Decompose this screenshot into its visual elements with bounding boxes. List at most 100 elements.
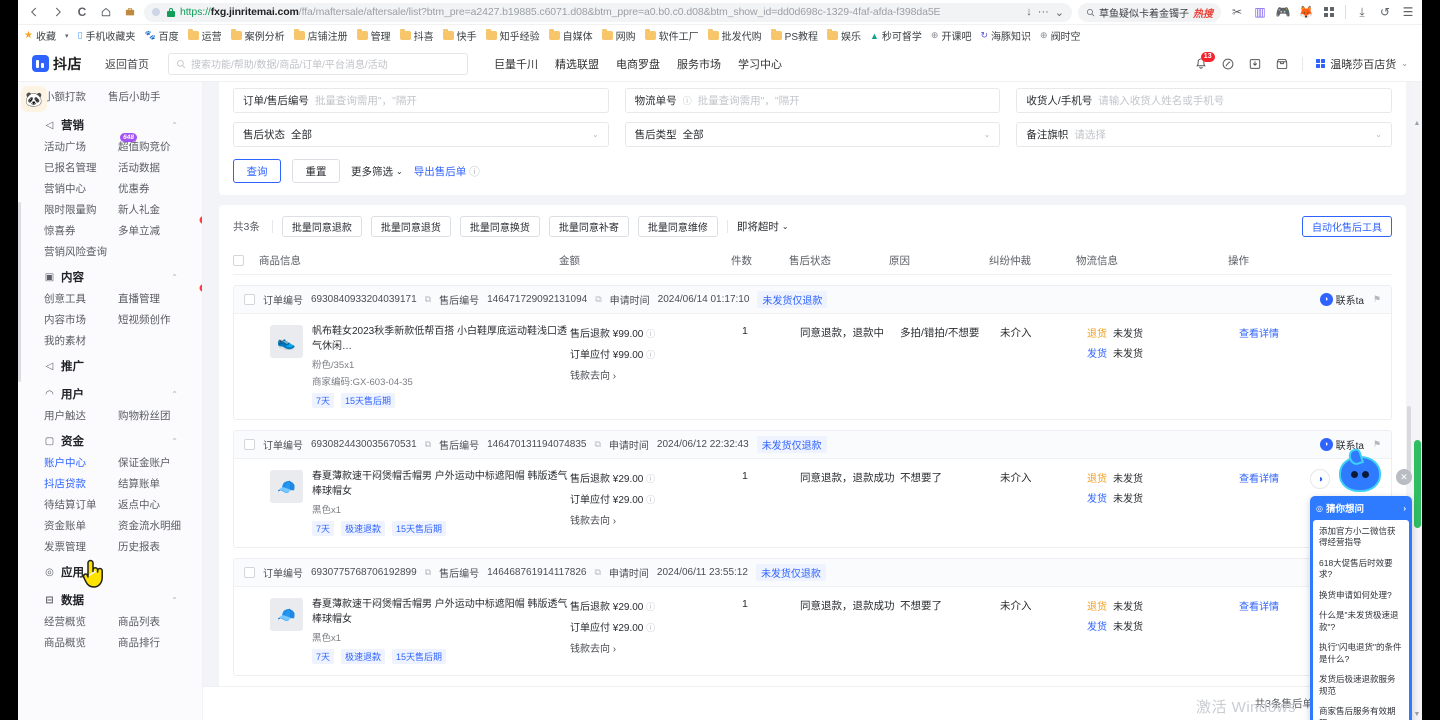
sidebar-item-已报名管理[interactable]: 已报名管理 <box>44 160 118 175</box>
sidebar-section-数据[interactable]: ⊟数据⌃ <box>18 585 202 613</box>
scissors-icon[interactable]: ✂ <box>1227 2 1247 22</box>
aftersale-status-select[interactable]: 售后状态 全部 ⌄ <box>233 122 609 147</box>
bookmark-item[interactable]: 店铺注册 <box>294 28 348 43</box>
sidebar-item-用户触达[interactable]: 用户触达 <box>44 408 118 423</box>
home-icon[interactable] <box>94 2 118 22</box>
sidebar-item-保证金账户[interactable]: 保证金账户 <box>118 455 202 470</box>
bookmark-item[interactable]: 🐾百度 <box>144 28 178 43</box>
briefcase-icon[interactable] <box>118 2 142 22</box>
copy-icon[interactable]: ⧉ <box>425 567 431 578</box>
sidebar-item-历史报表[interactable]: 历史报表 <box>118 539 202 554</box>
extension-icon[interactable]: ▥ <box>1250 2 1270 22</box>
goods-thumbnail[interactable]: 🧢 <box>270 598 303 631</box>
chat-question-item[interactable]: 商家售后服务有效期限 <box>1319 706 1403 720</box>
scroll-up-arrow-icon[interactable]: ▲ <box>1413 120 1421 127</box>
bookmark-item[interactable]: 自媒体 <box>549 28 593 43</box>
info-icon[interactable]: ⓘ <box>646 474 655 484</box>
menu-icon[interactable]: ☰ <box>1398 2 1418 22</box>
chat-avatar-icon[interactable]: ◑ <box>1310 469 1330 489</box>
view-detail-link[interactable]: 查看详情 <box>1239 602 1279 613</box>
sidebar-item-内容市场[interactable]: 内容市场 <box>44 312 118 327</box>
download-icon[interactable]: ⤓ <box>1352 2 1372 22</box>
copy-icon[interactable]: ⧉ <box>595 294 601 305</box>
sidebar-item-多单立减[interactable]: 多单立减NEW <box>118 223 202 238</box>
download-box-icon[interactable] <box>1248 57 1262 71</box>
sidebar-item-限时限量购[interactable]: 限时限量购 <box>44 202 118 217</box>
app-nav-item[interactable]: 电商罗盘 <box>616 56 660 72</box>
money-flow-link[interactable]: 钱款去向 › <box>570 512 742 527</box>
bookmark-item[interactable]: 管理 <box>357 28 391 43</box>
chat-question-item[interactable]: 执行"闪电退货"的条件是什么? <box>1319 642 1403 665</box>
chat-question-item[interactable]: 发货后极速退款服务规范 <box>1319 674 1403 697</box>
sidebar-item-创意工具[interactable]: 创意工具 <box>44 291 118 306</box>
sidebar-item-超值购竞价[interactable]: 超值购竞价 <box>118 139 202 154</box>
view-detail-link[interactable]: 查看详情 <box>1239 329 1279 340</box>
more-filters-button[interactable]: 更多筛选 ⌄ <box>351 164 403 179</box>
info-icon[interactable]: ⓘ <box>646 329 655 339</box>
info-icon[interactable]: ⓘ <box>646 350 655 360</box>
sidebar-item-经营概览[interactable]: 经营概览 <box>44 614 118 629</box>
chevron-down-icon[interactable]: ▾ <box>65 32 69 40</box>
assistant-avatar-icon[interactable]: 🐼 <box>21 86 47 112</box>
info-icon[interactable]: ⓘ <box>683 94 692 107</box>
sidebar-item-返点中心[interactable]: 返点中心 <box>118 497 202 512</box>
sidebar-item-直播管理[interactable]: 直播管理NEW <box>118 291 202 306</box>
sidebar-item-商品排行[interactable]: 商品排行 <box>118 635 202 650</box>
copy-icon[interactable]: ⧉ <box>594 439 600 450</box>
address-bar[interactable]: https://fxg.jinritemai.com/ffa/maftersal… <box>144 3 1072 22</box>
reset-button[interactable]: 重置 <box>292 159 340 183</box>
bell-icon[interactable]: 13 <box>1194 57 1208 71</box>
logistics-type[interactable]: 发货 <box>1087 618 1107 633</box>
chevron-right-icon[interactable]: › <box>1403 504 1406 513</box>
goods-title[interactable]: 春夏薄款速干闷煲帽舌帽男 户外运动中标遮阳帽 韩版透气棒球帽女 <box>312 598 570 627</box>
page-scrollbar-thumb[interactable] <box>1414 440 1421 528</box>
aftersale-type-select[interactable]: 售后类型 全部 ⌄ <box>625 122 1001 147</box>
sidebar-item-营销风险查询[interactable]: 营销风险查询 <box>44 244 118 259</box>
share-icon[interactable]: ↓ <box>1026 6 1032 18</box>
bookmark-item[interactable]: 批发代购 <box>708 28 762 43</box>
sidebar-item-惊喜券[interactable]: 惊喜券 <box>44 223 118 238</box>
goods-title[interactable]: 春夏薄款速干闷煲帽舌帽男 户外运动中标遮阳帽 韩版透气棒球帽女 <box>312 470 570 499</box>
sidebar-item-抖店贷款[interactable]: 抖店贷款 <box>44 476 118 491</box>
bookmark-item[interactable]: 网购 <box>602 28 636 43</box>
goods-thumbnail[interactable]: 👟 <box>270 325 303 358</box>
info-icon[interactable]: ⓘ <box>646 602 655 612</box>
goods-thumbnail[interactable]: 🧢 <box>270 470 303 503</box>
sidebar-item-待结算订单[interactable]: 待结算订单 <box>44 497 118 512</box>
sidebar-section-资金[interactable]: ▢资金⌃ <box>18 426 202 454</box>
logistics-type[interactable]: 退货 <box>1087 598 1107 613</box>
chat-question-item[interactable]: 添加官方小二微信获得经营指导 <box>1319 526 1403 549</box>
sidebar-item-短视频创作[interactable]: 短视频创作 <box>118 312 202 327</box>
goods-title[interactable]: 帆布鞋女2023秋季新款低帮百搭 小白鞋厚底运动鞋浅口透气休闲… <box>312 325 570 354</box>
sidebar-item-aftersale-helper[interactable]: 售后小助手 <box>108 89 161 104</box>
bulk-button-批量同意维修[interactable]: 批量同意维修 <box>638 216 718 237</box>
chat-mascot-icon[interactable] <box>1339 456 1381 492</box>
sidebar-item-发票管理[interactable]: 发票管理 <box>44 539 118 554</box>
bookmark-item[interactable]: PS教程 <box>771 28 818 43</box>
scroll-down-arrow-icon[interactable]: ▼ <box>1413 711 1421 718</box>
close-icon[interactable]: ✕ <box>1396 469 1412 485</box>
chevron-up-icon[interactable]: ⌃ <box>171 437 178 446</box>
remark-flag-select[interactable]: 备注旗帜 请选择 ⌄ <box>1016 122 1392 147</box>
view-detail-link[interactable]: 查看详情 <box>1239 474 1279 485</box>
order-no-field[interactable]: 订单/售后编号 批量查询需用"，"隔开 <box>233 88 609 113</box>
chevron-up-icon[interactable]: ⌃ <box>171 121 178 130</box>
chevron-up-icon[interactable]: ⌃ <box>171 596 178 605</box>
sidebar-item-资金账单[interactable]: 资金账单 <box>44 518 118 533</box>
money-flow-link[interactable]: 钱款去向 › <box>570 640 742 655</box>
sidebar-item-优惠券[interactable]: 优惠券 <box>118 181 202 196</box>
sidebar-item-small-payout[interactable]: 小额打款 <box>44 89 108 104</box>
more-icon[interactable]: ··· <box>1038 6 1049 18</box>
sidebar-section-应用[interactable]: ◎应用 <box>18 557 202 585</box>
chat-question-item[interactable]: 什么是"未发货极速退款"? <box>1319 610 1403 633</box>
bookmark-item[interactable]: 运营 <box>188 28 222 43</box>
app-nav-item[interactable]: 学习中心 <box>738 56 782 72</box>
bookmark-item[interactable]: ⊕开课吧 <box>931 28 972 43</box>
flag-icon[interactable]: ⚑ <box>1373 294 1381 305</box>
copy-icon[interactable]: ⧉ <box>425 294 431 305</box>
bookmark-item[interactable]: ⊕阀时空 <box>1040 28 1081 43</box>
chat-question-item[interactable]: 618大促售后时效要求? <box>1319 558 1403 581</box>
lock-icon[interactable] <box>167 8 175 17</box>
bookmark-item[interactable]: 快手 <box>443 28 477 43</box>
bulk-button-批量同意退货[interactable]: 批量同意退货 <box>371 216 451 237</box>
